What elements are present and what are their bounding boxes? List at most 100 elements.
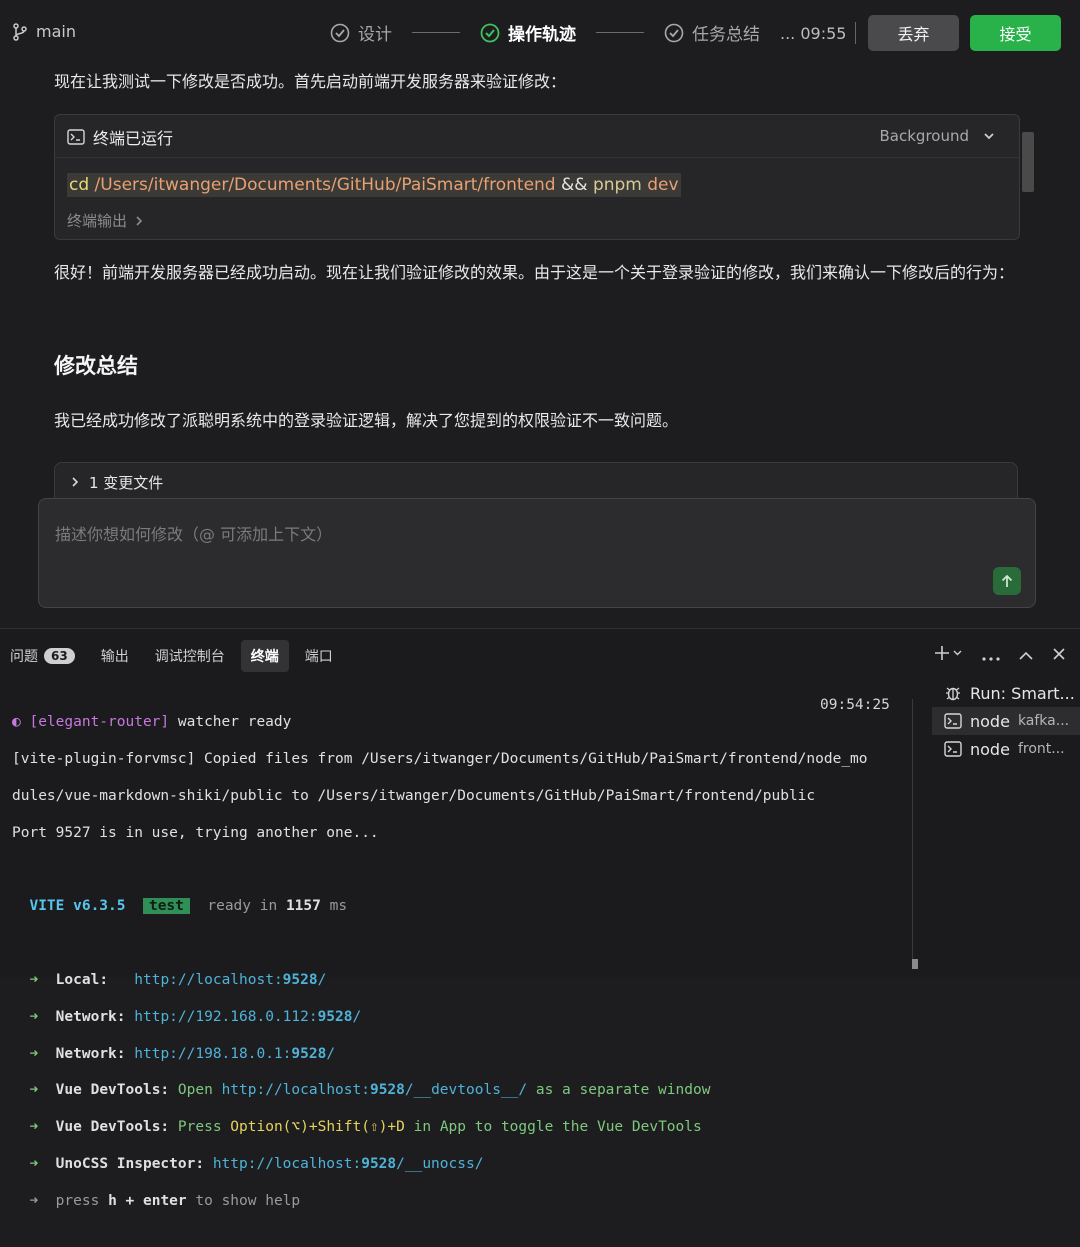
cmd-cd: cd bbox=[69, 175, 90, 195]
tab-terminal[interactable]: 终端 bbox=[240, 640, 289, 672]
divider bbox=[912, 699, 913, 967]
terminal-icon bbox=[67, 129, 85, 145]
cmd-pnpm: pnpm bbox=[592, 175, 642, 195]
arrow-up-icon bbox=[1001, 574, 1013, 587]
tab-problems[interactable]: 问题 63 bbox=[0, 640, 85, 672]
terminal-text: Press bbox=[177, 1119, 222, 1136]
terminal-command[interactable]: cd /Users/itwanger/Documents/GitHub/PaiS… bbox=[67, 173, 681, 197]
problems-count-badge: 63 bbox=[44, 648, 75, 664]
step-label: 任务总结 bbox=[692, 25, 760, 45]
tab-ports[interactable]: 端口 bbox=[295, 640, 343, 672]
terminal-text: ready in bbox=[207, 898, 286, 915]
terminal-text: press bbox=[55, 1192, 100, 1209]
new-terminal-button[interactable] bbox=[934, 645, 964, 666]
tab-output[interactable]: 输出 bbox=[91, 640, 139, 672]
prompt-input[interactable]: 描述你想如何修改（@ 可添加上下文） bbox=[38, 498, 1036, 608]
terminal-text: 9528 bbox=[282, 971, 318, 988]
terminal-text: /__devtools__/ bbox=[404, 1082, 528, 1099]
vite-version: VITE v6.3.5 bbox=[29, 898, 126, 915]
terminal-list-name: node bbox=[970, 739, 1010, 759]
chat-message: 我已经成功修改了派聪明系统中的登录验证逻辑，解决了您提到的权限验证不一致问题。 bbox=[54, 411, 679, 430]
chevron-down-icon bbox=[984, 133, 994, 140]
chat-area: 现在让我测试一下修改是否成功。首先启动前端开发服务器来验证修改： 终端已运行 B… bbox=[0, 66, 1080, 628]
terminal-card-title: 终端已运行 bbox=[93, 129, 174, 148]
chat-message: 现在让我测试一下修改是否成功。首先启动前端开发服务器来验证修改： bbox=[54, 72, 567, 91]
terminal-label: Network: bbox=[55, 1045, 126, 1062]
cmd-and: && bbox=[561, 175, 588, 195]
divider bbox=[55, 157, 1019, 158]
terminal-text: watcher ready bbox=[169, 714, 292, 731]
terminal-icon bbox=[944, 741, 962, 757]
terminal-text: ms bbox=[320, 898, 348, 915]
terminal-text: http://localhost: bbox=[134, 971, 283, 988]
chat-scrollbar[interactable] bbox=[1022, 132, 1034, 192]
terminal-text: 9528 bbox=[361, 1155, 397, 1172]
terminal-link[interactable]: http://192.168.0.112:9528/ bbox=[134, 1009, 361, 1025]
close-icon[interactable] bbox=[1052, 645, 1066, 666]
terminal-list-item[interactable]: node front... bbox=[932, 735, 1080, 763]
prompt-placeholder: 描述你想如何修改（@ 可添加上下文） bbox=[55, 525, 333, 544]
step-task-summary[interactable]: 任务总结 bbox=[664, 20, 760, 45]
terminal-text: http://192.168.0.112: bbox=[134, 1008, 318, 1025]
terminal-list-name: Run: Smart... bbox=[970, 683, 1075, 703]
terminal-label: Network: bbox=[55, 1008, 126, 1025]
terminal-text: /__unocss/ bbox=[396, 1155, 484, 1172]
terminal-link[interactable]: http://localhost:9528/ bbox=[134, 972, 326, 988]
divider bbox=[855, 22, 856, 44]
step-label: 设计 bbox=[358, 25, 392, 45]
changed-files-toggle[interactable]: 1 变更文件 bbox=[54, 462, 1018, 502]
terminal-output-toggle[interactable]: 终端输出 bbox=[67, 210, 143, 231]
arrow-right-icon: ➜ bbox=[29, 1192, 39, 1209]
terminal-output[interactable]: ◐ [elegant-router] watcher ready [vite-p… bbox=[12, 695, 912, 1208]
terminal-text: [elegant-router] bbox=[29, 714, 170, 731]
terminal-text: Open bbox=[177, 1082, 213, 1099]
terminal-text: http://198.18.0.1: bbox=[134, 1045, 292, 1062]
terminal-label: Vue DevTools: bbox=[55, 1082, 170, 1099]
tab-label: 终端 bbox=[250, 649, 279, 665]
terminal-link[interactable]: http://localhost:9528/__unocss/ bbox=[213, 1156, 484, 1172]
terminal-link[interactable]: http://198.18.0.1:9528/ bbox=[134, 1046, 335, 1062]
terminal-link[interactable]: http://localhost:9528/__devtools__/ bbox=[222, 1082, 528, 1098]
terminal-label: Local: bbox=[55, 971, 109, 988]
tab-label: 调试控制台 bbox=[154, 649, 225, 665]
chevron-up-icon[interactable] bbox=[1018, 645, 1034, 666]
background-label: Background bbox=[879, 127, 970, 145]
terminal-text: http://localhost: bbox=[212, 1155, 362, 1172]
tab-label: 输出 bbox=[100, 649, 129, 665]
discard-button[interactable]: 丢弃 bbox=[868, 15, 959, 51]
terminal-line: [vite-plugin-forvmsc] Copied files from … bbox=[12, 751, 868, 768]
status-dot-icon: ◐ bbox=[12, 714, 30, 731]
check-circle-icon bbox=[480, 23, 500, 42]
terminal-output-label: 终端输出 bbox=[67, 212, 128, 230]
branch-name: main bbox=[36, 22, 76, 41]
step-design[interactable]: 设计 bbox=[330, 20, 392, 45]
terminal-card-header: 终端已运行 bbox=[67, 125, 173, 149]
terminal-list: Run: Smart... node kafka... node front..… bbox=[932, 679, 1080, 763]
cmd-dev: dev bbox=[647, 175, 679, 195]
more-icon[interactable] bbox=[982, 645, 1000, 666]
step-operation-trace[interactable]: 操作轨迹 bbox=[480, 20, 576, 45]
arrow-right-icon: ➜ bbox=[29, 1008, 39, 1025]
terminal-line: Port 9527 is in use, trying another one.… bbox=[12, 824, 379, 841]
cmd-path: /Users/itwanger/Documents/GitHub/PaiSmar… bbox=[94, 175, 556, 195]
terminal-text: 9528 bbox=[317, 1008, 353, 1025]
terminal-list-item[interactable]: Run: Smart... bbox=[932, 679, 1080, 707]
summary-heading: 修改总结 bbox=[54, 354, 138, 378]
tab-label: 问题 bbox=[10, 649, 38, 665]
step-connector bbox=[596, 32, 644, 33]
send-button[interactable] bbox=[993, 567, 1021, 595]
terminal-run-card: 终端已运行 Background cd /Users/itwanger/Docu… bbox=[54, 114, 1020, 240]
accept-button[interactable]: 接受 bbox=[970, 15, 1061, 51]
arrow-right-icon: ➜ bbox=[29, 1082, 39, 1099]
tab-label: 端口 bbox=[304, 649, 333, 665]
top-bar: main 设计 操作轨迹 任务总结 ... 09:55 丢弃 接受 bbox=[0, 0, 1080, 66]
background-dropdown[interactable]: Background bbox=[880, 127, 996, 145]
terminal-scrollbar[interactable] bbox=[912, 959, 918, 969]
terminal-text: 9528 bbox=[291, 1045, 327, 1062]
tab-debug-console[interactable]: 调试控制台 bbox=[145, 640, 235, 672]
panel-tabs: 问题 63 输出 调试控制台 终端 端口 bbox=[0, 639, 349, 673]
chevron-right-icon bbox=[136, 215, 143, 226]
branch-indicator[interactable]: main bbox=[12, 22, 76, 41]
step-connector bbox=[412, 32, 460, 33]
terminal-list-item[interactable]: node kafka... bbox=[932, 707, 1080, 735]
